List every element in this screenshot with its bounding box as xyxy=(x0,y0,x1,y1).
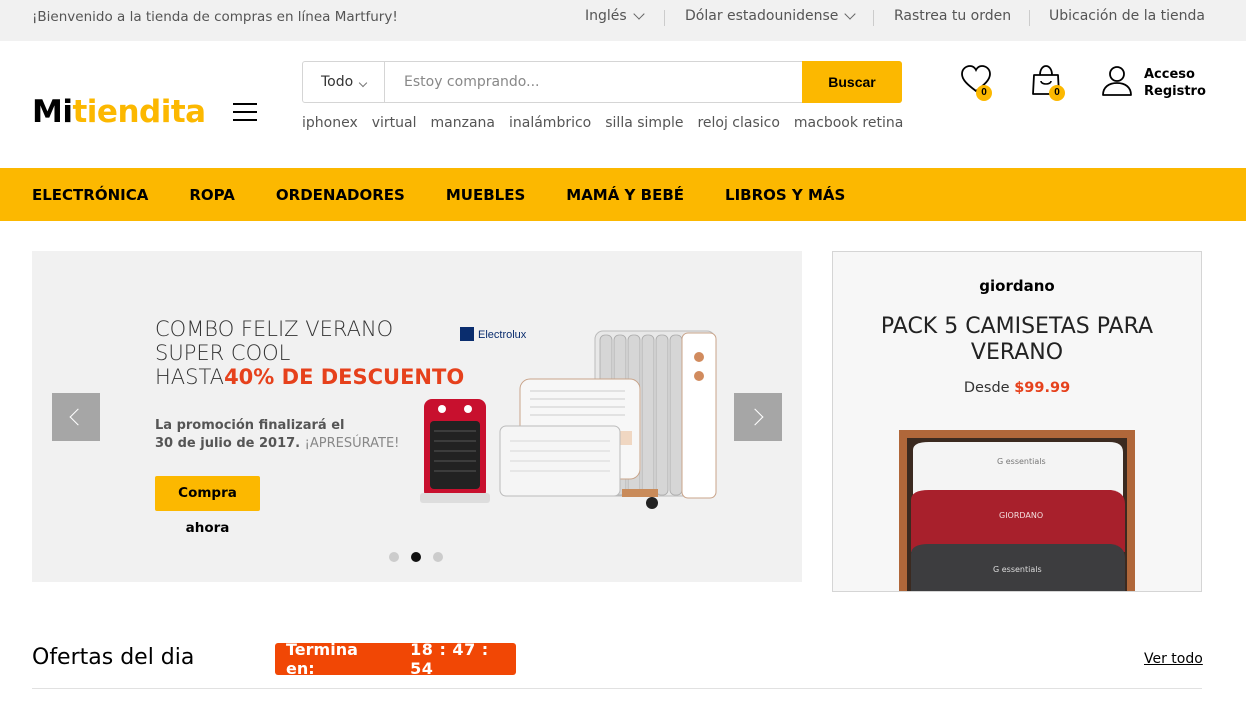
search-bar: Todo Buscar xyxy=(302,61,902,103)
shop-now-button[interactable]: Compra ahora xyxy=(155,476,260,536)
promo-price: Desde $99.99 xyxy=(963,380,1071,396)
welcome-message: ¡Bienvenido a la tienda de compras en lí… xyxy=(32,9,398,25)
site-logo[interactable]: Mitiendita xyxy=(32,94,206,130)
wishlist-count-badge: 0 xyxy=(976,85,992,101)
nav-item-ropa[interactable]: ROPA xyxy=(189,186,235,204)
suggestion-link[interactable]: inalámbrico xyxy=(509,115,591,131)
suggestion-link[interactable]: macbook retina xyxy=(794,115,903,131)
slide-dot[interactable] xyxy=(433,552,443,562)
divider xyxy=(32,688,1202,689)
nav-item-mama-y-bebe[interactable]: MAMÁ Y BEBÉ xyxy=(566,186,684,204)
store-location-link[interactable]: Ubicación de la tienda xyxy=(1049,8,1205,24)
logo-part-1: Mi xyxy=(32,94,73,130)
deals-section-title: Ofertas del dia xyxy=(32,645,195,670)
slide-dot[interactable] xyxy=(389,552,399,562)
prev-slide-button[interactable] xyxy=(52,393,100,441)
chevron-down-icon xyxy=(844,7,857,20)
countdown-value: 18 : 47 : 54 xyxy=(410,640,489,678)
svg-text:G essentials: G essentials xyxy=(993,565,1042,574)
promo-brand: giordano xyxy=(979,277,1055,295)
divider xyxy=(664,10,665,26)
user-icon[interactable] xyxy=(1101,64,1133,101)
next-slide-button[interactable] xyxy=(734,393,782,441)
currency-selector[interactable]: Dólar estadounidense xyxy=(685,7,857,24)
tshirts-product-image: G essentials GIORDANO G essentials xyxy=(899,430,1135,591)
category-nav: ELECTRÓNICA ROPA ORDENADORES MUEBLES MAM… xyxy=(0,168,1246,221)
suggestion-link[interactable]: manzana xyxy=(431,115,495,131)
nav-item-muebles[interactable]: MUEBLES xyxy=(446,186,525,204)
top-bar: ¡Bienvenido a la tienda de compras en lí… xyxy=(0,0,1246,41)
menu-icon[interactable] xyxy=(233,103,257,121)
nav-item-ordenadores[interactable]: ORDENADORES xyxy=(276,186,405,204)
logo-part-2: tiendita xyxy=(72,94,206,130)
language-label: Inglés xyxy=(585,8,627,24)
banner-promo-text: La promoción finalizará el 30 de julio d… xyxy=(155,418,400,451)
deals-countdown: Termina en: 18 : 47 : 54 xyxy=(275,640,516,678)
svg-text:G essentials: G essentials xyxy=(997,457,1046,466)
currency-label: Dólar estadounidense xyxy=(685,8,839,24)
promo-title: PACK 5 CAMISETAS PARA VERANO xyxy=(880,314,1154,365)
suggestion-link[interactable]: virtual xyxy=(372,115,417,131)
svg-text:Electrolux: Electrolux xyxy=(478,329,527,341)
heaters-product-image: Electrolux xyxy=(420,327,717,509)
language-selector[interactable]: Inglés xyxy=(585,7,645,24)
nav-item-libros-y-mas[interactable]: LIBROS Y MÁS xyxy=(725,186,845,204)
slide-dot-active[interactable] xyxy=(411,552,421,562)
slider-dots xyxy=(389,552,443,562)
divider xyxy=(1029,10,1030,26)
suggestion-link[interactable]: reloj clasico xyxy=(697,115,779,131)
svg-text:GIORDANO: GIORDANO xyxy=(999,511,1043,520)
hero-banner: COMBO FELIZ VERANO SUPER COOL HASTA40% D… xyxy=(32,251,802,582)
search-suggestions: iphonex virtual manzana inalámbrico sill… xyxy=(302,115,903,131)
search-category-label: Todo xyxy=(321,74,354,90)
side-promo-card[interactable]: giordano PACK 5 CAMISETAS PARA VERANO De… xyxy=(832,251,1202,592)
suggestion-link[interactable]: iphonex xyxy=(302,115,358,131)
view-all-link[interactable]: Ver todo xyxy=(1144,651,1203,667)
divider xyxy=(873,10,874,26)
search-category-select[interactable]: Todo xyxy=(303,62,385,102)
nav-item-electronica[interactable]: ELECTRÓNICA xyxy=(32,186,148,204)
track-order-link[interactable]: Rastrea tu orden xyxy=(894,8,1011,24)
login-link[interactable]: Acceso xyxy=(1144,66,1206,83)
search-button[interactable]: Buscar xyxy=(802,61,902,103)
account-links: Acceso Registro xyxy=(1144,66,1206,100)
countdown-label: Termina en: xyxy=(286,640,358,678)
chevron-down-icon xyxy=(633,7,645,20)
search-input[interactable] xyxy=(386,62,804,102)
wishlist-button[interactable]: 0 xyxy=(960,64,994,101)
suggestion-link[interactable]: silla simple xyxy=(605,115,683,131)
cart-button[interactable]: 0 xyxy=(1030,64,1065,101)
cart-count-badge: 0 xyxy=(1049,85,1065,101)
register-link[interactable]: Registro xyxy=(1144,83,1206,100)
chevron-down-icon xyxy=(358,78,368,88)
